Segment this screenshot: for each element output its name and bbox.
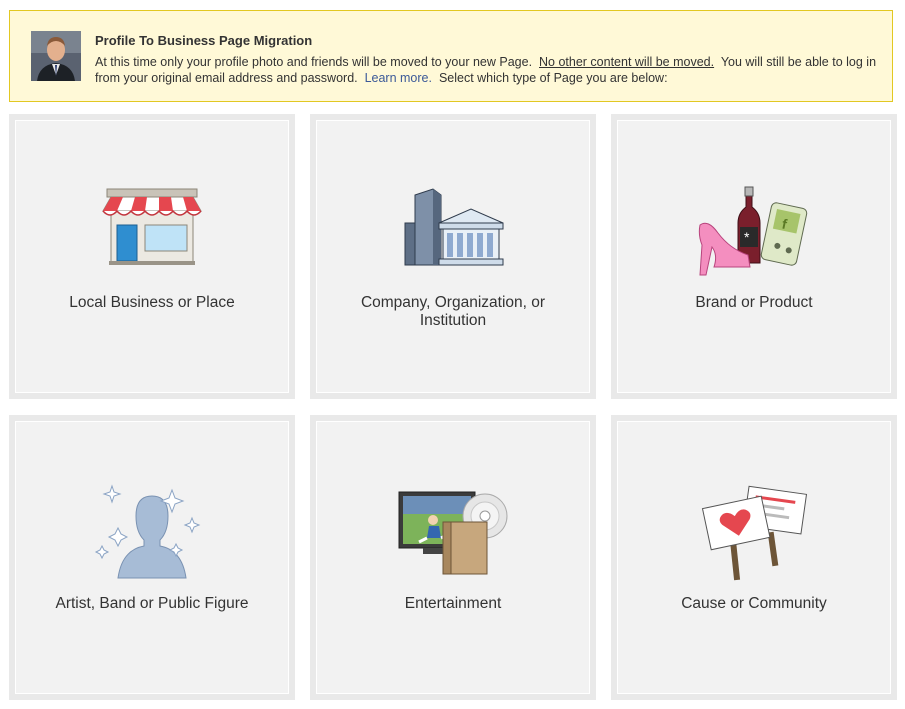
notice-body: At this time only your profile photo and… — [95, 54, 885, 86]
category-cause[interactable]: Cause or Community — [611, 415, 897, 700]
products-icon: f * — [617, 175, 891, 285]
notice-title: Profile To Business Page Migration — [95, 33, 313, 48]
storefront-icon — [15, 175, 289, 285]
media-icon — [316, 476, 590, 586]
silhouette-icon — [15, 476, 289, 586]
migration-notice: Profile To Business Page Migration At th… — [9, 10, 893, 102]
category-artist[interactable]: Artist, Band or Public Figure — [9, 415, 295, 700]
category-local-business[interactable]: Local Business or Place — [9, 114, 295, 399]
category-company[interactable]: Company, Organization, or Institution — [310, 114, 596, 399]
notice-text-1: At this time only your profile photo and… — [95, 55, 533, 69]
category-label: Brand or Product — [695, 294, 813, 311]
category-entertainment[interactable]: Entertainment — [310, 415, 596, 700]
category-label: Company, Organization, or Institution — [360, 294, 546, 329]
svg-text:*: * — [744, 229, 750, 245]
avatar — [31, 31, 81, 81]
category-brand-product[interactable]: f * Brand or Product — [611, 114, 897, 399]
notice-underlined-text: No other content will be moved. — [539, 55, 715, 69]
signs-icon — [617, 476, 891, 586]
category-label: Local Business or Place — [69, 294, 235, 311]
buildings-icon — [316, 175, 590, 285]
category-label: Entertainment — [404, 595, 502, 612]
notice-text-3: Select which type of Page you are below: — [438, 71, 668, 85]
category-label: Artist, Band or Public Figure — [55, 595, 249, 612]
learn-more-link[interactable]: Learn more. — [365, 71, 432, 85]
category-label: Cause or Community — [681, 595, 827, 612]
